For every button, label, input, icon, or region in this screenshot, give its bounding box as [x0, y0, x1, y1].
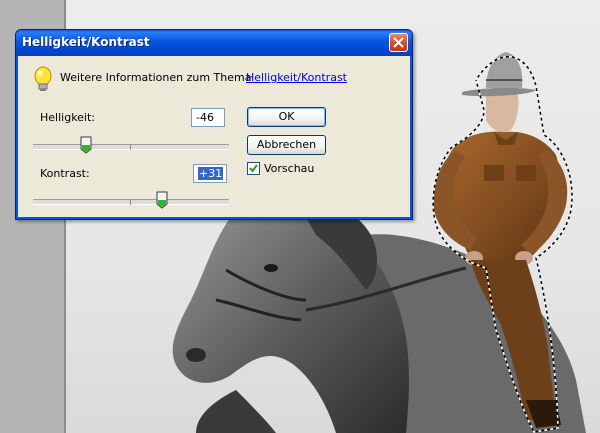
close-button[interactable] [389, 33, 408, 52]
brightness-label: Helligkeit: [40, 111, 96, 124]
preview-label: Vorschau [264, 162, 315, 175]
lightbulb-icon [34, 66, 52, 91]
contrast-input[interactable]: +31 [193, 164, 227, 183]
checkmark-icon [249, 164, 258, 173]
dialog-title: Helligkeit/Kontrast [22, 35, 150, 49]
contrast-label: Kontrast: [40, 167, 90, 180]
preview-checkbox[interactable] [247, 162, 260, 175]
brightness-contrast-dialog: Helligkeit/Kontrast Weitere Informatione… [15, 29, 413, 220]
contrast-value-selected: +31 [198, 167, 224, 180]
info-text: Weitere Informationen zum Thema [60, 71, 252, 84]
slider-tick [130, 144, 131, 150]
contrast-slider[interactable] [33, 191, 229, 209]
help-link[interactable]: Helligkeit/Kontrast [246, 71, 347, 84]
close-icon [393, 37, 404, 48]
slider-tick [130, 199, 131, 205]
ok-button[interactable]: OK [247, 107, 326, 127]
rider-hat [462, 87, 536, 97]
dialog-body: Weitere Informationen zum Thema Helligke… [19, 56, 409, 216]
brightness-input[interactable]: -46 [191, 108, 225, 127]
cancel-button[interactable]: Abbrechen [247, 135, 326, 155]
dialog-titlebar[interactable]: Helligkeit/Kontrast [16, 30, 412, 56]
horse-head [172, 198, 409, 433]
brightness-slider[interactable] [33, 136, 229, 154]
brightness-slider-thumb[interactable] [80, 136, 92, 154]
contrast-slider-thumb[interactable] [156, 191, 168, 209]
